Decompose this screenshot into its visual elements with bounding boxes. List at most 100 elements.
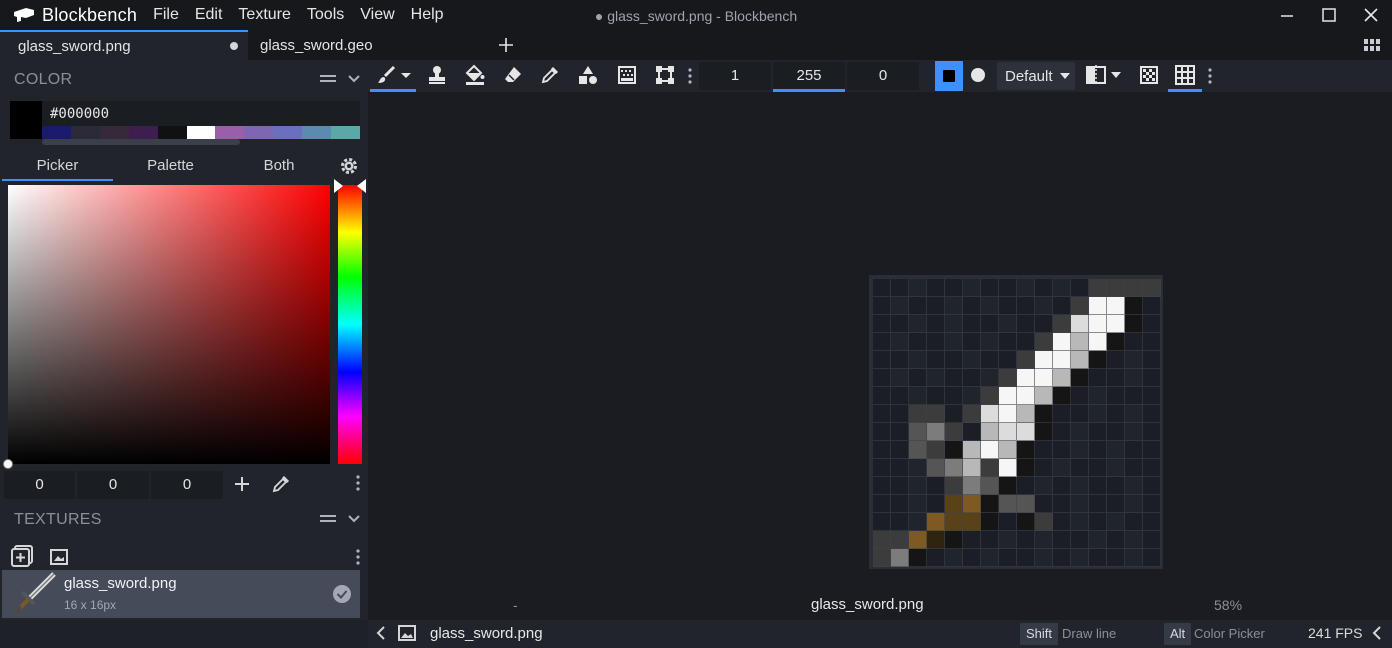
texture-pixel[interactable] xyxy=(927,369,945,387)
texture-pixel[interactable] xyxy=(1035,459,1053,477)
texture-pixel[interactable] xyxy=(1143,513,1161,531)
texture-pixel[interactable] xyxy=(1089,531,1107,549)
hue-handle-right[interactable] xyxy=(357,179,366,193)
texture-pixel[interactable] xyxy=(873,387,891,405)
more-options-icon[interactable] xyxy=(1207,67,1213,85)
texture-pixel[interactable] xyxy=(1125,477,1143,495)
history-swatch[interactable] xyxy=(273,126,303,139)
texture-pixel[interactable] xyxy=(1035,297,1053,315)
texture-pixel[interactable] xyxy=(873,333,891,351)
texture-pixel[interactable] xyxy=(1107,297,1125,315)
more-options-icon[interactable] xyxy=(355,474,361,492)
new-tab-button[interactable] xyxy=(494,30,518,60)
history-swatch[interactable] xyxy=(186,126,216,139)
shape-tool-button[interactable] xyxy=(575,60,601,90)
texture-pixel[interactable] xyxy=(873,405,891,423)
texture-pixel[interactable] xyxy=(1035,477,1053,495)
minimize-button[interactable] xyxy=(1266,0,1308,30)
gear-icon[interactable] xyxy=(339,156,359,176)
texture-pixel[interactable] xyxy=(1089,333,1107,351)
texture-pixel[interactable] xyxy=(1035,387,1053,405)
texture-pixel[interactable] xyxy=(1143,531,1161,549)
texture-pixel[interactable] xyxy=(1089,315,1107,333)
texture-pixel[interactable] xyxy=(1107,495,1125,513)
close-button[interactable] xyxy=(1350,0,1392,30)
texture-pixel[interactable] xyxy=(873,369,891,387)
texture-pixel[interactable] xyxy=(891,549,909,567)
texture-pixel[interactable] xyxy=(1017,405,1035,423)
texture-pixel[interactable] xyxy=(945,477,963,495)
texture-pixel[interactable] xyxy=(1125,369,1143,387)
texture-pixel[interactable] xyxy=(1035,279,1053,297)
texture-pixel[interactable] xyxy=(1053,531,1071,549)
texture-pixel[interactable] xyxy=(1071,549,1089,567)
texture-pixel[interactable] xyxy=(963,297,981,315)
chevron-down-icon[interactable] xyxy=(347,72,361,86)
texture-pixel[interactable] xyxy=(945,333,963,351)
texture-pixel[interactable] xyxy=(963,495,981,513)
texture-pixel[interactable] xyxy=(981,279,999,297)
texture-pixel[interactable] xyxy=(1125,513,1143,531)
texture-pixel[interactable] xyxy=(1125,351,1143,369)
texture-pixel[interactable] xyxy=(1143,333,1161,351)
texture-pixel[interactable] xyxy=(945,459,963,477)
texture-pixel[interactable] xyxy=(1089,459,1107,477)
texture-pixel[interactable] xyxy=(1017,279,1035,297)
texture-pixel[interactable] xyxy=(909,423,927,441)
texture-pixel[interactable] xyxy=(999,387,1017,405)
history-swatch[interactable] xyxy=(302,126,332,139)
blue-input[interactable]: 0 xyxy=(151,471,223,499)
texture-pixel[interactable] xyxy=(1089,297,1107,315)
texture-pixel[interactable] xyxy=(909,549,927,567)
texture-pixel[interactable] xyxy=(1017,513,1035,531)
texture-pixel[interactable] xyxy=(999,549,1017,567)
texture-pixel[interactable] xyxy=(999,333,1017,351)
texture-pixel[interactable] xyxy=(945,531,963,549)
texture-pixel[interactable] xyxy=(963,405,981,423)
texture-pixel[interactable] xyxy=(981,477,999,495)
brush-softness-input[interactable]: 0 xyxy=(847,62,919,90)
texture-pixel[interactable] xyxy=(873,459,891,477)
texture-pixel[interactable] xyxy=(873,477,891,495)
texture-pixel[interactable] xyxy=(1143,387,1161,405)
brush-shape-square-button[interactable] xyxy=(935,61,963,91)
texture-pixel[interactable] xyxy=(873,513,891,531)
texture-pixel[interactable] xyxy=(1035,369,1053,387)
texture-pixel[interactable] xyxy=(1107,315,1125,333)
texture-pixel[interactable] xyxy=(981,315,999,333)
texture-pixel[interactable] xyxy=(1107,513,1125,531)
texture-pixel[interactable] xyxy=(945,315,963,333)
panel-menu-icon[interactable] xyxy=(320,72,336,86)
fill-tool-button[interactable] xyxy=(462,60,488,90)
texture-pixel[interactable] xyxy=(1107,405,1125,423)
texture-pixel[interactable] xyxy=(1035,315,1053,333)
texture-pixel[interactable] xyxy=(963,279,981,297)
texture-pixel[interactable] xyxy=(945,549,963,567)
texture-pixel[interactable] xyxy=(1125,495,1143,513)
texture-pixel[interactable] xyxy=(1035,351,1053,369)
texture-pixel[interactable] xyxy=(927,333,945,351)
texture-pixel[interactable] xyxy=(1071,477,1089,495)
texture-pixel[interactable] xyxy=(1053,441,1071,459)
texture-pixel[interactable] xyxy=(999,441,1017,459)
texture-pixel[interactable] xyxy=(981,423,999,441)
eraser-tool-button[interactable] xyxy=(501,60,525,90)
hex-input[interactable]: #000000 xyxy=(42,101,360,126)
texture-pixel[interactable] xyxy=(945,441,963,459)
menu-edit[interactable]: Edit xyxy=(187,0,231,30)
texture-pixel[interactable] xyxy=(981,441,999,459)
texture-pixel[interactable] xyxy=(1053,315,1071,333)
texture-pixel[interactable] xyxy=(981,369,999,387)
current-color-swatch[interactable] xyxy=(10,101,42,139)
chevron-left-icon[interactable] xyxy=(1370,624,1384,642)
texture-pixel[interactable] xyxy=(981,333,999,351)
texture-pixel[interactable] xyxy=(1071,333,1089,351)
texture-pixel[interactable] xyxy=(1071,351,1089,369)
texture-pixel[interactable] xyxy=(1017,549,1035,567)
hue-handle-left[interactable] xyxy=(334,179,343,193)
eyedropper-icon[interactable] xyxy=(271,474,291,494)
texture-pixel[interactable] xyxy=(909,405,927,423)
texture-pixel[interactable] xyxy=(1017,387,1035,405)
texture-pixel[interactable] xyxy=(945,423,963,441)
lock-alpha-button[interactable] xyxy=(1137,60,1161,90)
